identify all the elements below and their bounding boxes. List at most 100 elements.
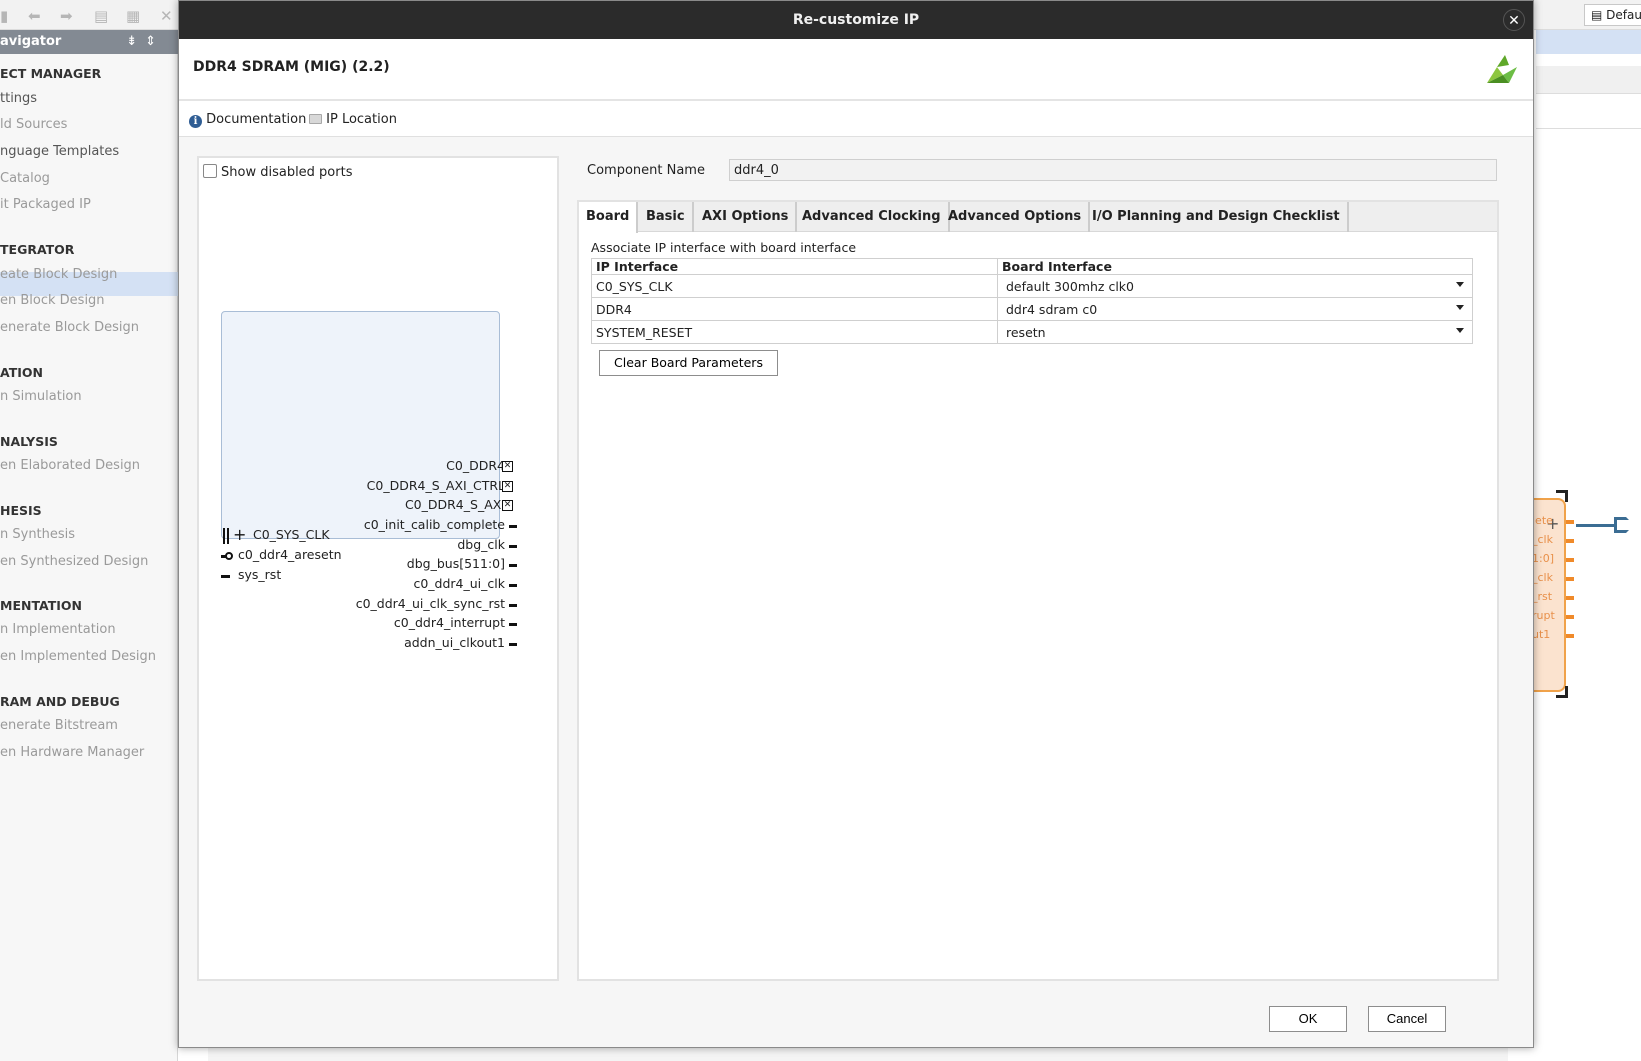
nav-section-header: ECT MANAGER <box>0 66 102 81</box>
port-pin[interactable] <box>509 525 517 528</box>
bus-interface-pin-icon[interactable]: ✕ <box>502 500 513 511</box>
dropdown-arrow-icon[interactable] <box>1456 328 1464 333</box>
nav-item[interactable]: en Hardware Manager <box>0 745 144 760</box>
port-pin[interactable] <box>509 623 517 626</box>
port-pin[interactable] <box>509 604 517 607</box>
expand-interface-icon[interactable]: + <box>233 525 246 544</box>
canvas-port-pin[interactable] <box>1566 520 1574 524</box>
tab-advanced-options[interactable]: Advanced Options <box>941 202 1091 232</box>
table-row[interactable]: C0_SYS_CLK default 300mhz clk0 <box>591 274 1473 298</box>
nav-item[interactable]: en Block Design <box>0 293 105 308</box>
copy-icon[interactable]: ▤ <box>94 7 108 25</box>
table-row[interactable]: DDR4 ddr4 sdram c0 <box>591 297 1473 321</box>
nav-section-header: TEGRATOR <box>0 242 75 257</box>
folder-icon <box>309 114 322 124</box>
nav-section-header: NALYSIS <box>0 434 58 449</box>
canvas-port-pin[interactable] <box>1566 596 1574 600</box>
nav-item[interactable]: en Synthesized Design <box>0 554 148 569</box>
nav-item[interactable]: it Packaged IP <box>0 197 91 212</box>
canvas-port-pin[interactable] <box>1566 539 1574 543</box>
canvas-port-pin[interactable] <box>1566 558 1574 562</box>
xilinx-logo-icon <box>1487 55 1517 83</box>
nav-item[interactable]: ld Sources <box>0 117 67 132</box>
nav-item[interactable]: nguage Templates <box>0 144 119 159</box>
nav-item[interactable]: eate Block Design <box>0 267 117 282</box>
port-pin[interactable] <box>509 643 517 646</box>
save-icon[interactable]: ▮ <box>0 7 8 25</box>
board-interface-select[interactable]: default 300mhz clk0 <box>997 274 1473 298</box>
paste-icon[interactable]: ▦ <box>126 7 140 25</box>
dropdown-arrow-icon[interactable] <box>1456 282 1464 287</box>
symbol-port-label: c0_init_calib_complete <box>363 517 505 532</box>
cancel-button[interactable]: Cancel <box>1368 1006 1446 1032</box>
layout-selector[interactable]: ▤ Defau <box>1584 4 1641 26</box>
nav-item[interactable]: n Synthesis <box>0 527 75 542</box>
tab-board[interactable]: Board <box>579 202 639 233</box>
nav-item[interactable]: en Implemented Design <box>0 649 156 664</box>
canvas-port-pin[interactable] <box>1566 577 1574 581</box>
link-bar: i Documentation IP Location <box>179 101 1533 137</box>
tab-i-o-planning-and-design-checklist[interactable]: I/O Planning and Design Checklist <box>1085 202 1349 232</box>
close-button[interactable]: ✕ <box>1503 9 1525 31</box>
canvas-wire[interactable] <box>1576 524 1616 527</box>
canvas-port-label: 1:0] <box>1532 552 1554 565</box>
active-low-bubble-icon <box>225 552 233 560</box>
nav-item[interactable]: enerate Block Design <box>0 320 139 335</box>
navigator-controls-icon[interactable]: ⇟⇕ <box>126 30 164 54</box>
nav-item[interactable]: Catalog <box>0 171 50 186</box>
canvas-port-pin[interactable] <box>1566 615 1574 619</box>
ip-location-link[interactable]: IP Location <box>309 112 397 127</box>
component-name-input[interactable] <box>729 159 1497 181</box>
board-interface-select[interactable]: resetn <box>997 320 1473 344</box>
column-header-board-interface[interactable]: Board Interface <box>997 258 1473 275</box>
redo-icon[interactable]: ➡ <box>60 7 73 25</box>
nav-item[interactable]: ttings <box>0 91 37 106</box>
dialog-titlebar[interactable]: Re-customize IP ✕ <box>179 1 1533 39</box>
nav-item[interactable]: enerate Bitstream <box>0 718 118 733</box>
selection-bracket-bottom <box>1556 686 1568 698</box>
associate-label: Associate IP interface with board interf… <box>591 240 857 255</box>
show-disabled-ports-checkbox[interactable]: Show disabled ports <box>203 164 352 180</box>
tab-advanced-clocking[interactable]: Advanced Clocking <box>795 202 950 232</box>
checkbox-box[interactable] <box>203 164 217 178</box>
board-interface-value: default 300mhz clk0 <box>1006 278 1134 294</box>
table-row[interactable]: SYSTEM_RESET resetn <box>591 320 1473 344</box>
board-interface-value: ddr4 sdram c0 <box>1006 301 1098 317</box>
canvas-port-pin[interactable] <box>1566 634 1574 638</box>
show-disabled-ports-label: Show disabled ports <box>221 165 353 180</box>
bus-interface-pin-icon[interactable]: ✕ <box>502 461 513 472</box>
tab-strip: Board Basic AXI Options Advanced Clocking Ad… <box>579 202 1497 233</box>
port-pin[interactable] <box>509 584 517 587</box>
port-pin[interactable] <box>509 545 517 548</box>
undo-icon[interactable]: ⬅ <box>28 7 41 25</box>
bus-interface-pin-icon[interactable]: ✕ <box>502 481 513 492</box>
dropdown-arrow-icon[interactable] <box>1456 305 1464 310</box>
background-tab-strip <box>1536 66 1641 94</box>
tab-axi-options[interactable]: AXI Options <box>695 202 798 232</box>
recustomize-ip-dialog: Re-customize IP ✕ DDR4 SDRAM (MIG) (2.2)… <box>178 0 1534 1048</box>
clear-board-parameters-button[interactable]: Clear Board Parameters <box>599 350 778 376</box>
ip-title: DDR4 SDRAM (MIG) (2.2) <box>193 59 390 75</box>
tab-basic[interactable]: Basic <box>639 202 694 232</box>
ok-button[interactable]: OK <box>1269 1006 1347 1032</box>
nav-item[interactable]: n Simulation <box>0 389 82 404</box>
nav-section-header: HESIS <box>0 503 42 518</box>
board-interface-value: resetn <box>1006 324 1046 340</box>
port-pin[interactable] <box>509 564 517 567</box>
symbol-port-label: addn_ui_clkout1 <box>404 635 505 650</box>
symbol-port-label: c0_ddr4_ui_clk <box>413 576 505 591</box>
delete-icon[interactable]: ✕ <box>160 7 173 25</box>
board-interface-select[interactable]: ddr4 sdram c0 <box>997 297 1473 321</box>
symbol-port-label: C0_DDR4 <box>446 458 505 473</box>
nav-item[interactable]: en Elaborated Design <box>0 458 140 473</box>
port-pin[interactable] <box>221 575 230 578</box>
nav-section-header: ATION <box>0 365 43 380</box>
info-icon: i <box>189 115 202 128</box>
clock-interface-pin-icon[interactable] <box>223 528 229 544</box>
symbol-port-label: C0_SYS_CLK <box>253 527 330 542</box>
external-port-icon[interactable] <box>1614 517 1634 533</box>
symbol-port-label: sys_rst <box>238 567 282 582</box>
nav-item[interactable]: n Implementation <box>0 622 116 637</box>
column-header-ip-interface[interactable]: IP Interface <box>591 258 998 275</box>
documentation-link[interactable]: i Documentation <box>189 112 306 128</box>
